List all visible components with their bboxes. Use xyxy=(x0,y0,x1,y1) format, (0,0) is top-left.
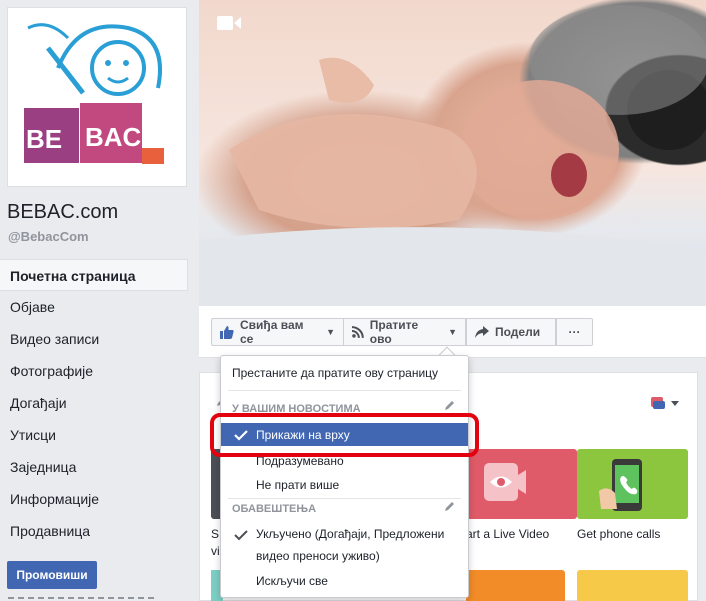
page-handle[interactable]: @BebacCom xyxy=(8,229,89,244)
page-settings-dropdown[interactable] xyxy=(649,395,681,411)
sidebar-item-reviews[interactable]: Утисци xyxy=(0,419,188,451)
chevron-down-icon: ▼ xyxy=(326,327,335,337)
sidebar-nav: Почетна страница Објаве Видео записи Фот… xyxy=(0,259,188,547)
more-dots-icon: ··· xyxy=(568,325,581,339)
like-button[interactable]: Свиђа вам се ▼ xyxy=(211,318,344,346)
svg-text:BE: BE xyxy=(26,124,62,154)
promote-button[interactable]: Промовиши xyxy=(7,561,97,589)
follow-button-label: Пратите ово xyxy=(369,318,419,346)
menu-item-notifications-on[interactable]: Укључено (Догађаји, Предложени xyxy=(256,527,444,541)
chevron-down-icon: ▼ xyxy=(448,327,457,337)
more-options-button[interactable]: ··· xyxy=(556,318,593,346)
sidebar-item-posts[interactable]: Објаве xyxy=(0,291,188,323)
pencil-icon[interactable] xyxy=(444,399,456,411)
phone-icon xyxy=(599,459,642,511)
profile-picture[interactable]: BE BAC xyxy=(7,7,187,187)
live-video-icon xyxy=(484,463,526,501)
menu-section-notifications: ОБАВЕШТЕЊА xyxy=(232,503,317,515)
sidebar-divider xyxy=(8,597,158,599)
follow-button[interactable]: Пратите ово ▼ xyxy=(343,318,466,346)
sidebar-item-events[interactable]: Догађаји xyxy=(0,387,188,419)
share-arrow-icon xyxy=(475,326,489,338)
flag-icon xyxy=(651,397,679,409)
tool-tile-label: vi xyxy=(211,544,220,558)
svg-text:BAC: BAC xyxy=(85,122,142,152)
left-sidebar: BE BAC BEBAC.com @BebacCom Почетна стран… xyxy=(0,0,197,601)
menu-item-notifications-on-line2[interactable]: видео преноси уживо) xyxy=(256,549,380,563)
like-button-label: Свиђа вам се xyxy=(239,318,304,346)
tool-tile[interactable] xyxy=(466,570,565,601)
page-name[interactable]: BEBAC.com xyxy=(7,201,118,224)
checkmark-icon xyxy=(234,530,248,541)
sidebar-item-shop[interactable]: Продавница xyxy=(0,515,188,547)
sidebar-item-community[interactable]: Заједница xyxy=(0,451,188,483)
get-phone-calls-tile[interactable] xyxy=(577,449,688,519)
cover-photo[interactable] xyxy=(199,0,706,306)
pencil-icon[interactable] xyxy=(444,500,456,512)
get-phone-calls-label: Get phone calls xyxy=(577,527,661,541)
baby-photo xyxy=(199,5,706,306)
menu-item-unfollow[interactable]: Не прати више xyxy=(256,478,339,492)
menu-item-all-off[interactable]: Искључи све xyxy=(256,574,328,588)
rss-icon xyxy=(352,326,364,338)
menu-divider xyxy=(228,498,461,499)
bebac-logo: BE BAC xyxy=(24,23,164,164)
menu-divider xyxy=(228,390,461,391)
sidebar-item-videos[interactable]: Видео записи xyxy=(0,323,188,355)
start-live-video-tile[interactable] xyxy=(466,449,577,519)
tool-tile-label: S xyxy=(211,527,220,541)
sidebar-item-photos[interactable]: Фотографије xyxy=(0,355,188,387)
sidebar-item-home[interactable]: Почетна страница xyxy=(0,259,188,291)
tool-tile[interactable] xyxy=(577,570,688,601)
share-button-label: Подели xyxy=(495,325,541,339)
highlight-annotation xyxy=(210,413,479,457)
start-live-video-label: art a Live Video xyxy=(466,527,550,541)
sidebar-item-about[interactable]: Информације xyxy=(0,483,188,515)
menu-item-unfollow-page[interactable]: Престаните да пратите ову страницу xyxy=(232,366,438,380)
share-button[interactable]: Подели xyxy=(466,318,556,346)
thumbs-up-icon xyxy=(220,325,234,339)
